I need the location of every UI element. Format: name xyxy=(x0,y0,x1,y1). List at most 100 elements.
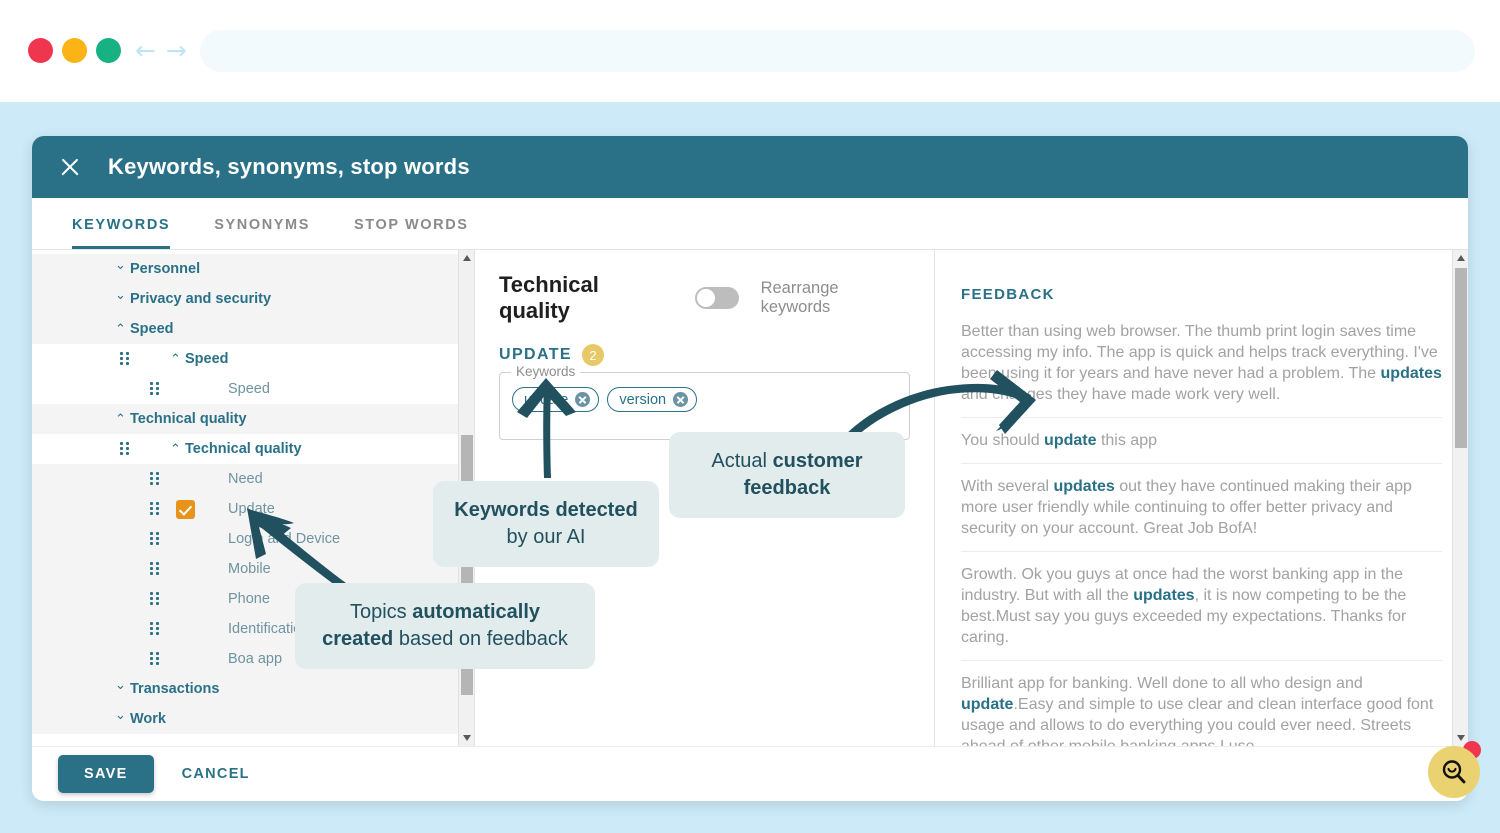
rearrange-keywords-label: Rearrange keywords xyxy=(760,279,839,316)
tree-row-work[interactable]: ⌄ Work xyxy=(32,704,474,734)
tree-row-label: Transactions xyxy=(130,681,220,697)
drag-handle-icon[interactable] xyxy=(150,562,162,576)
tree-row-transactions[interactable]: ⌄ Transactions xyxy=(32,674,474,704)
drag-handle-icon[interactable] xyxy=(120,352,132,366)
feedback-panel: FEEDBACK Better than using web browser. … xyxy=(935,250,1468,746)
topic-tree-panel: ⌄ Personnel ⌄ Privacy and security ⌃ Speed ⌃ Sp… xyxy=(32,250,475,746)
url-input[interactable] xyxy=(200,30,1475,72)
minimize-window-dot[interactable] xyxy=(62,38,87,63)
tree-row-label: Personnel xyxy=(130,261,201,277)
tree-row-label: Need xyxy=(228,471,263,487)
feedback-heading: FEEDBACK xyxy=(961,286,1055,303)
drag-handle-icon[interactable] xyxy=(150,622,162,636)
tree-row-identification[interactable]: Identification xyxy=(32,614,474,644)
search-smile-icon xyxy=(1442,760,1466,784)
chevron-up-icon[interactable]: ⌃ xyxy=(115,323,126,336)
tree-row-technical-quality[interactable]: ⌃ Technical quality xyxy=(32,404,474,434)
tree-row-label: Identification xyxy=(228,621,310,637)
tree-row-label: Phone xyxy=(228,591,270,607)
tab-bar: KEYWORDS SYNONYMS STOP WORDS xyxy=(32,198,1468,250)
feedback-item: Better than using web browser. The thumb… xyxy=(961,321,1442,418)
close-icon[interactable] xyxy=(56,153,84,181)
keyword-count-badge: 2 xyxy=(582,344,604,366)
maximize-window-dot[interactable] xyxy=(96,38,121,63)
tree-row-label: Work xyxy=(130,711,166,727)
tab-stop-words[interactable]: STOP WORDS xyxy=(354,217,469,249)
save-button[interactable]: SAVE xyxy=(58,755,154,793)
tree-row-speed[interactable]: ⌃ Speed xyxy=(32,314,474,344)
chevron-down-icon[interactable]: ⌄ xyxy=(115,259,126,272)
scroll-up-icon[interactable] xyxy=(463,255,471,261)
modal-header: Keywords, synonyms, stop words xyxy=(32,136,1468,198)
chevron-up-icon[interactable]: ⌃ xyxy=(170,443,181,456)
tree-row-label: Technical quality xyxy=(185,441,302,457)
drag-handle-icon[interactable] xyxy=(150,472,162,486)
tree-row-speed[interactable]: Speed xyxy=(32,374,474,404)
feedback-scrollbar-thumb[interactable] xyxy=(1455,268,1467,448)
drag-handle-icon[interactable] xyxy=(120,442,132,456)
chevron-down-icon[interactable]: ⌄ xyxy=(115,289,126,302)
tab-synonyms[interactable]: SYNONYMS xyxy=(214,217,310,249)
tree-row-label: Mobile xyxy=(228,561,271,577)
browser-chrome: ← → xyxy=(0,0,1500,102)
tree-row-mobile[interactable]: Mobile xyxy=(32,554,474,584)
chevron-up-icon[interactable]: ⌃ xyxy=(115,413,126,426)
tree-scrollbar[interactable] xyxy=(458,250,474,746)
drag-handle-icon[interactable] xyxy=(150,382,162,396)
close-window-dot[interactable] xyxy=(28,38,53,63)
drag-handle-icon[interactable] xyxy=(150,592,162,606)
tree-row-speed[interactable]: ⌃ Speed xyxy=(32,344,474,374)
tree-row-update[interactable]: Update xyxy=(32,494,474,524)
drag-handle-icon[interactable] xyxy=(150,532,162,546)
feedback-item: With several updates out they have conti… xyxy=(961,464,1442,552)
scroll-up-icon[interactable] xyxy=(1457,255,1465,261)
drag-handle-icon[interactable] xyxy=(150,652,162,666)
feedback-item: Growth. Ok you guys at once had the wors… xyxy=(961,552,1442,661)
keyword-chip-label: version xyxy=(619,391,667,408)
help-search-button[interactable] xyxy=(1428,746,1480,798)
tree-row-technical-quality[interactable]: ⌃ Technical quality xyxy=(32,434,474,464)
topic-tree-list: ⌄ Personnel ⌄ Privacy and security ⌃ Speed ⌃ Sp… xyxy=(32,250,474,734)
tree-row-label: Speed xyxy=(228,381,270,397)
tree-row-label: Update xyxy=(228,501,275,517)
chevron-down-icon[interactable]: ⌄ xyxy=(115,679,126,692)
keywords-input-field[interactable]: Keywords update version xyxy=(499,364,910,440)
feedback-item: You should update this app xyxy=(961,418,1442,464)
tree-row-label: Privacy and security xyxy=(130,291,272,307)
modal-body: ⌄ Personnel ⌄ Privacy and security ⌃ Speed ⌃ Sp… xyxy=(32,250,1468,746)
tree-scrollbar-thumb[interactable] xyxy=(461,435,473,695)
remove-keyword-icon[interactable] xyxy=(575,392,591,407)
keyword-subheading-label: UPDATE xyxy=(499,346,572,363)
keyword-detail-panel: Technical quality Rearrange keywords UPD… xyxy=(475,250,935,746)
tree-row-label: Technical quality xyxy=(130,411,247,427)
keyword-chip[interactable]: version xyxy=(607,387,698,412)
remove-keyword-icon[interactable] xyxy=(673,392,689,407)
drag-handle-icon[interactable] xyxy=(150,502,162,516)
keyword-chip-label: update xyxy=(524,391,569,408)
feedback-list: Better than using web browser. The thumb… xyxy=(961,321,1442,746)
scroll-down-icon[interactable] xyxy=(1457,735,1465,741)
tree-row-boa-app[interactable]: Boa app xyxy=(32,644,474,674)
modal-footer: SAVE CANCEL xyxy=(32,746,1468,801)
tree-row-personnel[interactable]: ⌄ Personnel xyxy=(32,254,474,284)
tree-row-label: Login and Device xyxy=(228,531,341,547)
chevron-down-icon[interactable]: ⌄ xyxy=(115,709,126,722)
detail-header: Technical quality Rearrange keywords xyxy=(499,272,910,324)
cancel-button[interactable]: CANCEL xyxy=(182,766,250,782)
feedback-scrollbar[interactable] xyxy=(1452,250,1468,746)
tab-keywords[interactable]: KEYWORDS xyxy=(72,217,171,249)
tree-row-need[interactable]: Need xyxy=(32,464,474,494)
toggle-knob xyxy=(696,289,715,307)
rearrange-keywords-toggle[interactable] xyxy=(694,287,739,309)
chevron-up-icon[interactable]: ⌃ xyxy=(170,353,181,366)
tree-row-privacy-and-security[interactable]: ⌄ Privacy and security xyxy=(32,284,474,314)
scroll-down-icon[interactable] xyxy=(463,735,471,741)
tree-row-phone[interactable]: Phone xyxy=(32,584,474,614)
tree-row-checkbox[interactable] xyxy=(176,499,195,519)
tree-row-label: Speed xyxy=(130,321,174,337)
keyword-chip[interactable]: update xyxy=(512,387,600,412)
back-forward-arrows-icon[interactable]: ← → xyxy=(135,38,188,63)
tree-row-label: Speed xyxy=(185,351,229,367)
tree-row-login-and-device[interactable]: Login and Device xyxy=(32,524,474,554)
detail-title: Technical quality xyxy=(499,272,599,323)
